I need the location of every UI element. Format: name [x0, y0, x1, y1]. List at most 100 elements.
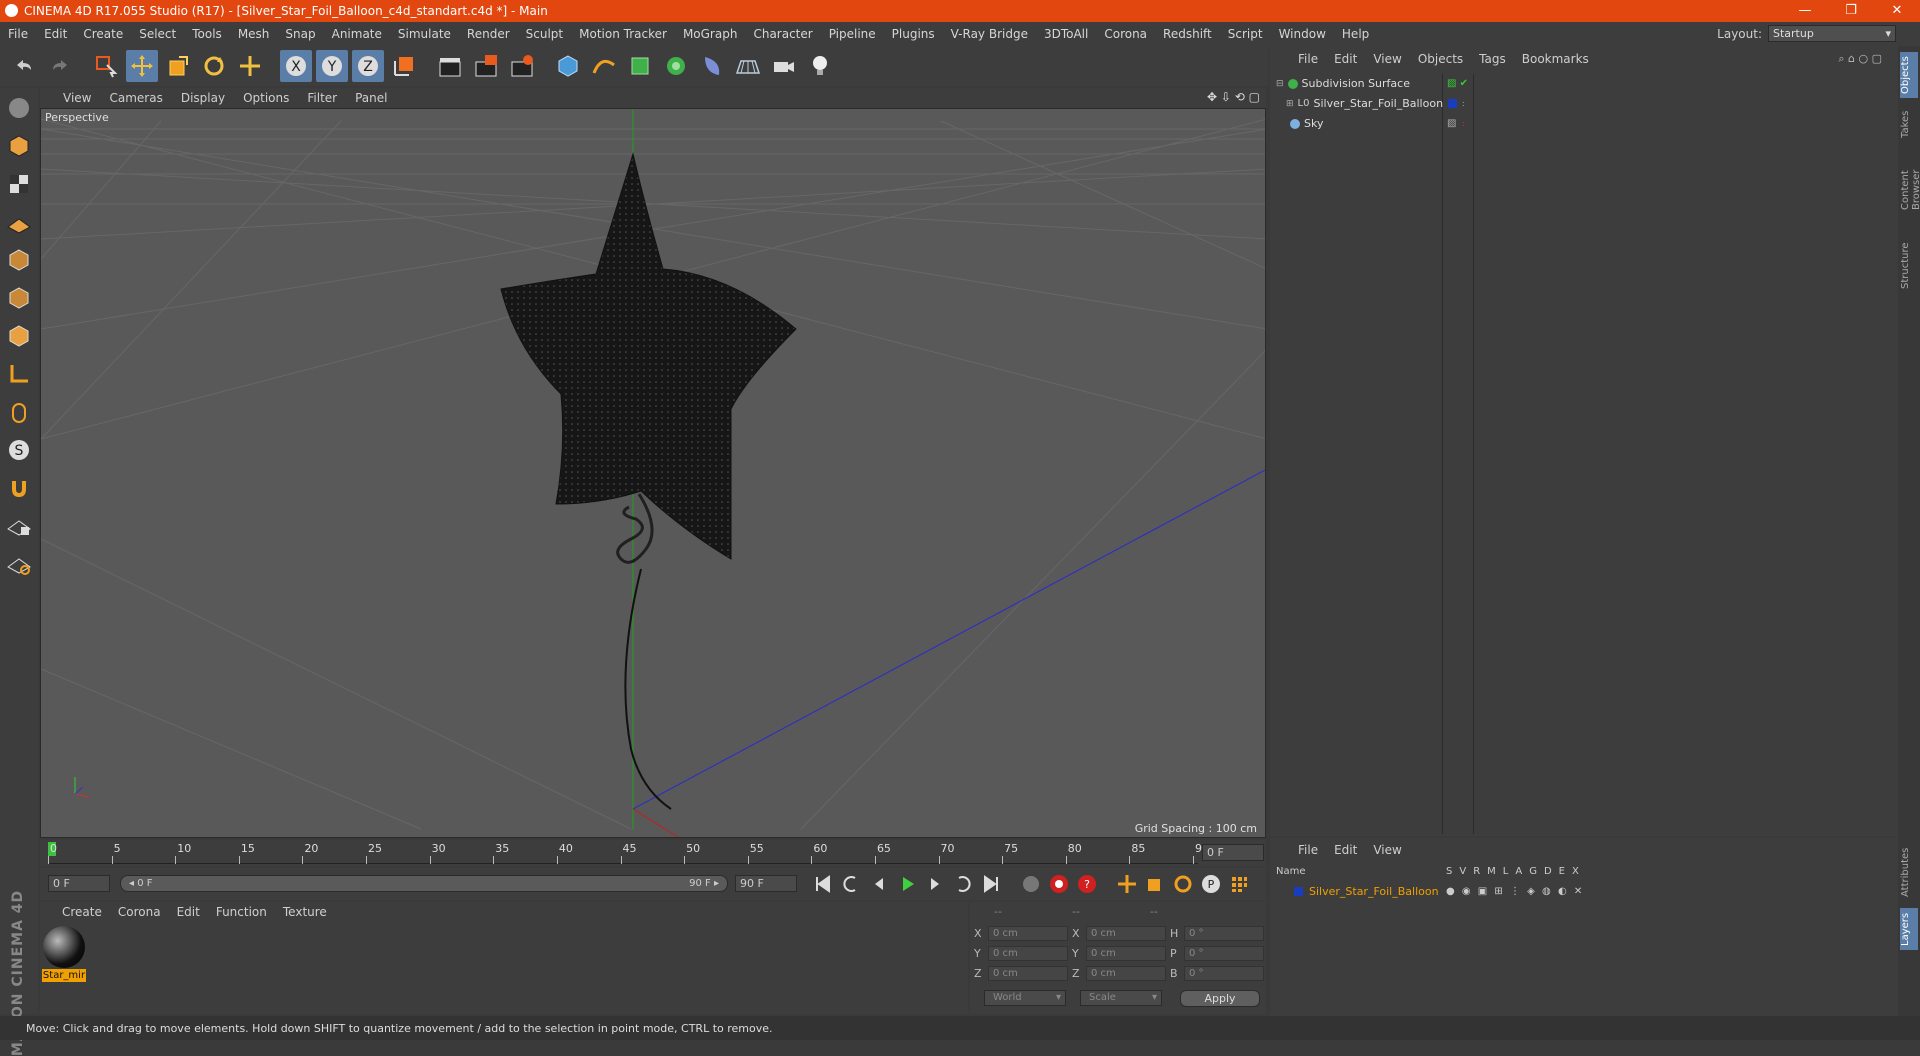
play-button[interactable]: [894, 871, 920, 897]
polygons-mode-button[interactable]: [3, 320, 35, 352]
texture-mode-button[interactable]: [3, 168, 35, 200]
tab-attributes[interactable]: Attributes: [1900, 842, 1918, 902]
rotate-tool-button[interactable]: [198, 50, 230, 82]
autokey-button[interactable]: ?: [1074, 871, 1100, 897]
layer-menu-file[interactable]: File: [1290, 843, 1326, 857]
menu-animate[interactable]: Animate: [324, 27, 390, 41]
coord-pos-y-field[interactable]: 0 cm: [988, 946, 1068, 961]
viewport-menu-panel[interactable]: Panel: [346, 91, 396, 105]
visibility-dots[interactable]: :: [1462, 99, 1465, 108]
live-selection-button[interactable]: [90, 50, 122, 82]
om-menu-tags[interactable]: Tags: [1471, 52, 1514, 66]
menu-redshift[interactable]: Redshift: [1155, 27, 1220, 41]
z-axis-button[interactable]: Z: [352, 50, 384, 82]
floor-button[interactable]: [732, 50, 764, 82]
solo-button[interactable]: S: [3, 434, 35, 466]
menu-help[interactable]: Help: [1334, 27, 1377, 41]
spline-pen-button[interactable]: [588, 50, 620, 82]
key-pla-button[interactable]: [1226, 871, 1252, 897]
move-tool-button[interactable]: [126, 50, 158, 82]
key-scale-button[interactable]: [1142, 871, 1168, 897]
menu-snap[interactable]: Snap: [277, 27, 323, 41]
menu-simulate[interactable]: Simulate: [390, 27, 459, 41]
restore-button[interactable]: ❐: [1828, 0, 1874, 22]
layer-menu-view[interactable]: View: [1365, 843, 1409, 857]
menu-tools[interactable]: Tools: [184, 27, 230, 41]
layer-flag-icons[interactable]: ● ◉ ▣ ⊞ ⋮ ◈ ◍ ◐ ✕: [1446, 886, 1584, 897]
x-axis-button[interactable]: X: [280, 50, 312, 82]
material-menu-function[interactable]: Function: [208, 905, 275, 919]
object-row-sky[interactable]: Sky ▨ :: [1270, 114, 1898, 133]
expand-icon[interactable]: ⊞: [1286, 99, 1294, 109]
coord-pos-x-field[interactable]: 0 cm: [988, 926, 1068, 941]
goto-start-button[interactable]: [810, 871, 836, 897]
menu-window[interactable]: Window: [1271, 27, 1334, 41]
menu-script[interactable]: Script: [1220, 27, 1271, 41]
edges-mode-button[interactable]: [3, 282, 35, 314]
deformer-button[interactable]: [696, 50, 728, 82]
viewport-nav-icons[interactable]: ✥ ⇩ ⟲ ▢: [1207, 90, 1260, 104]
viewport-menu-display[interactable]: Display: [172, 91, 234, 105]
tab-content-browser[interactable]: Content Browser: [1900, 150, 1920, 230]
om-search-icons[interactable]: ⌕ ⌂ ○ ▢: [1830, 52, 1890, 66]
om-menu-objects[interactable]: Objects: [1410, 52, 1471, 66]
make-editable-button[interactable]: [3, 92, 35, 124]
undo-button[interactable]: [8, 50, 40, 82]
object-row-subdivision[interactable]: ⊟ Subdivision Surface ▨ ✔: [1270, 74, 1898, 93]
subdivision-button[interactable]: [624, 50, 656, 82]
light-button[interactable]: [804, 50, 836, 82]
viewport-menu-cameras[interactable]: Cameras: [100, 91, 171, 105]
menu-render[interactable]: Render: [459, 27, 518, 41]
tab-takes[interactable]: Takes: [1900, 106, 1918, 142]
layer-menu-edit[interactable]: Edit: [1326, 843, 1365, 857]
mograph-cloner-button[interactable]: [660, 50, 692, 82]
tab-structure[interactable]: Structure: [1900, 238, 1918, 294]
tab-objects[interactable]: Objects: [1900, 52, 1918, 98]
workplane-lock-button[interactable]: [3, 510, 35, 542]
camera-button[interactable]: [768, 50, 800, 82]
object-flags[interactable]: ▨: [1447, 118, 1456, 129]
layer-row[interactable]: Silver_Star_Foil_Balloon ● ◉ ▣ ⊞ ⋮ ◈ ◍ ◐…: [1274, 882, 1894, 900]
material-menu-texture[interactable]: Texture: [275, 905, 335, 919]
key-position-button[interactable]: [1114, 871, 1140, 897]
om-menu-file[interactable]: File: [1290, 52, 1326, 66]
coord-size-z-field[interactable]: 0 cm: [1086, 966, 1166, 981]
coord-rot-b-field[interactable]: 0 °: [1184, 966, 1264, 981]
menu-plugins[interactable]: Plugins: [884, 27, 943, 41]
snap-button[interactable]: [3, 472, 35, 504]
record-button[interactable]: [1046, 871, 1072, 897]
timeline-ruler[interactable]: 051015202530354045505560657075808590 0 F: [40, 840, 1266, 866]
next-key-button[interactable]: [950, 871, 976, 897]
viewport-menu-filter[interactable]: Filter: [298, 91, 346, 105]
transform-tool-button[interactable]: [234, 50, 266, 82]
menu-vray-bridge[interactable]: V-Ray Bridge: [943, 27, 1036, 41]
om-menu-view[interactable]: View: [1365, 52, 1409, 66]
menu-pipeline[interactable]: Pipeline: [821, 27, 884, 41]
viewport-perspective[interactable]: Perspective Grid Spacing : 100 cm: [40, 108, 1266, 838]
coordinate-system-button[interactable]: [388, 50, 420, 82]
menu-select[interactable]: Select: [131, 27, 184, 41]
coord-rot-p-field[interactable]: 0 °: [1184, 946, 1264, 961]
material-menu-corona[interactable]: Corona: [110, 905, 169, 919]
coord-size-x-field[interactable]: 0 cm: [1086, 926, 1166, 941]
menu-sculpt[interactable]: Sculpt: [518, 27, 571, 41]
layer-color-swatch[interactable]: [1448, 99, 1457, 108]
model-mode-button[interactable]: [3, 130, 35, 162]
key-rotation-button[interactable]: [1170, 871, 1196, 897]
material-menu-create[interactable]: Create: [54, 905, 110, 919]
axis-mode-button[interactable]: [3, 358, 35, 390]
object-row-balloon[interactable]: ⊞ L0 Silver_Star_Foil_Balloon :: [1270, 94, 1898, 113]
coord-rot-h-field[interactable]: 0 °: [1184, 926, 1264, 941]
redo-button[interactable]: [44, 50, 76, 82]
menu-motion-tracker[interactable]: Motion Tracker: [571, 27, 675, 41]
world-dropdown[interactable]: World ▾: [984, 990, 1066, 1006]
points-mode-button[interactable]: [3, 244, 35, 276]
menu-file[interactable]: File: [0, 27, 36, 41]
layer-color-swatch[interactable]: [1294, 886, 1303, 896]
om-menu-edit[interactable]: Edit: [1326, 52, 1365, 66]
object-flags[interactable]: ▨ ✔: [1447, 78, 1468, 89]
scale-tool-button[interactable]: [162, 50, 194, 82]
menu-character[interactable]: Character: [745, 27, 820, 41]
motion-path-button[interactable]: [1018, 871, 1044, 897]
minimize-button[interactable]: —: [1782, 0, 1828, 22]
